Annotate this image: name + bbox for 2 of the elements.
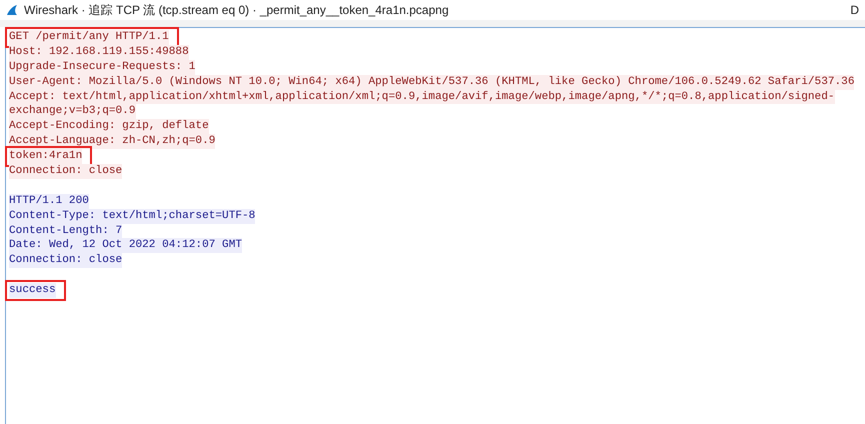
window-title: Wireshark · 追踪 TCP 流 (tcp.stream eq 0) · _permit_any__token_4ra1n.pcapng	[24, 2, 450, 19]
window-title: D	[850, 2, 859, 19]
